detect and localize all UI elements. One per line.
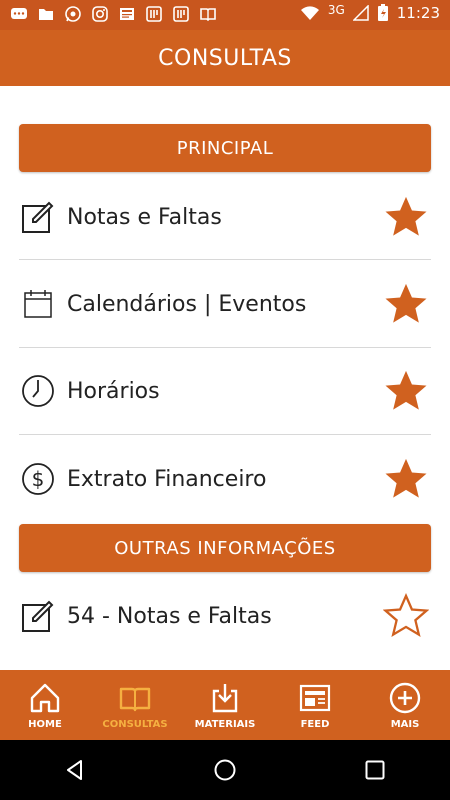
dollar-icon: $ [21,462,55,496]
nav-materiais-label: MATERIAIS [194,718,256,730]
list-item-label: Notas e Faltas [67,204,222,230]
section-outras-informacoes-button[interactable]: OUTRAS INFORMAÇÕES [19,524,431,572]
main-content: PRINCIPAL Notas e Faltas Calendários | E… [0,86,450,670]
network-type: 3G [327,3,345,17]
svg-text:$: $ [32,467,45,491]
star-filled-icon[interactable] [383,368,429,414]
nav-feed-label: FEED [300,718,330,730]
list-item-label: Horários [67,378,160,404]
divider [19,259,431,260]
section-outras-label: OUTRAS INFORMAÇÕES [114,537,336,559]
star-filled-icon[interactable] [383,281,429,327]
star-outline-icon[interactable] [383,593,429,639]
tasks-icon [173,6,189,22]
clock-time: 11:23 [396,4,440,22]
news-icon [120,8,134,20]
list-item-label: Extrato Financeiro [67,466,267,492]
signal-icon [352,5,369,21]
nav-home-label: HOME [28,718,62,730]
nav-home[interactable]: HOME [0,670,90,740]
download-icon [212,683,238,712]
news-icon [299,684,331,711]
app-bar: CONSULTAS [0,30,450,86]
nav-feed[interactable]: FEED [270,670,360,740]
list-item-extrato-financeiro[interactable]: $ Extrato Financeiro [19,436,431,522]
system-navigation-bar [0,740,450,800]
list-item-label: 54 - Notas e Faltas [67,603,272,629]
star-filled-icon[interactable] [383,194,429,240]
divider [19,434,431,435]
star-filled-icon[interactable] [383,456,429,502]
edit-icon [21,599,55,633]
list-item-horarios[interactable]: Horários [19,348,431,434]
clock-icon [21,374,55,408]
bottom-navigation: HOME CONSULTAS MATERIAIS FEED MAIS [0,670,450,740]
messages-icon [11,8,27,19]
calendar-icon [21,287,55,321]
instagram-icon [92,6,108,22]
section-principal-label: PRINCIPAL [176,137,274,159]
list-item-calendarios[interactable]: Calendários | Eventos [19,261,431,347]
tasks-icon [146,6,162,22]
nav-mais[interactable]: MAIS [360,670,450,740]
nav-consultas-label: CONSULTAS [102,718,168,730]
folder-icon [39,9,53,20]
whatsapp-icon [65,6,81,22]
list-item-54-notas-faltas[interactable]: 54 - Notas e Faltas [19,573,431,659]
wifi-icon [300,6,319,20]
battery-icon [377,4,388,21]
book-icon [119,687,151,711]
plus-circle-icon [389,682,421,713]
edit-icon [21,200,55,234]
status-bar: 3G 11:23 [0,0,450,30]
list-item-notas-faltas[interactable]: Notas e Faltas [19,174,431,260]
recents-icon[interactable] [363,758,387,782]
nav-materiais[interactable]: MATERIAIS [180,670,270,740]
system-status: 3G 11:23 [300,3,440,22]
nav-mais-label: MAIS [390,718,420,730]
notification-icons [10,5,217,23]
home-circle-icon[interactable] [213,758,237,782]
book-icon [200,8,216,22]
section-principal-button[interactable]: PRINCIPAL [19,124,431,172]
page-title: CONSULTAS [158,45,292,71]
home-icon [30,683,60,712]
list-item-label: Calendários | Eventos [67,291,307,317]
nav-consultas[interactable]: CONSULTAS [90,670,180,740]
back-icon[interactable] [63,758,87,782]
